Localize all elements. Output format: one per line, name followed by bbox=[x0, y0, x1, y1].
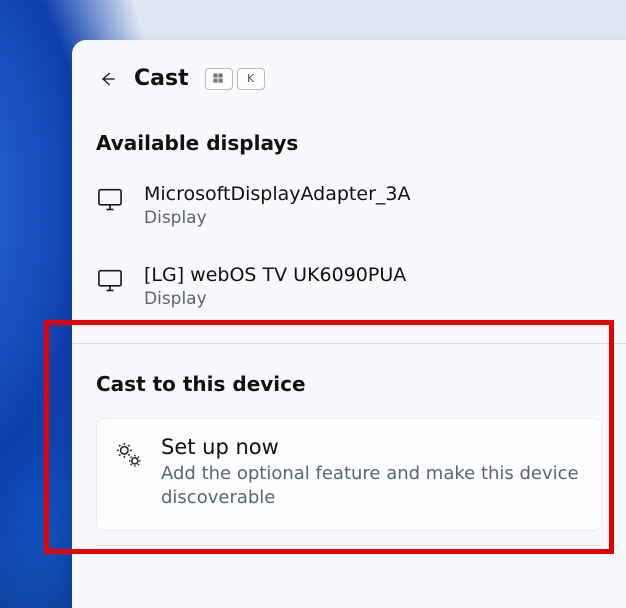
panel-header: Cast K bbox=[72, 40, 626, 103]
setup-title: Set up now bbox=[161, 435, 583, 460]
panel-title: Cast bbox=[134, 66, 189, 91]
device-name: MicrosoftDisplayAdapter_3A bbox=[144, 183, 602, 206]
k-key: K bbox=[237, 68, 265, 90]
win-key-icon bbox=[205, 68, 233, 90]
setup-now-card[interactable]: Set up now Add the optional feature and … bbox=[96, 418, 602, 532]
cast-to-device-heading: Cast to this device bbox=[72, 344, 626, 408]
device-name: [LG] webOS TV UK6090PUA bbox=[144, 264, 602, 287]
monitor-icon bbox=[96, 266, 124, 294]
setup-subtitle: Add the optional feature and make this d… bbox=[161, 462, 583, 511]
shortcut-hint: K bbox=[205, 68, 265, 90]
device-row-msadapter[interactable]: MicrosoftDisplayAdapter_3A Display bbox=[96, 167, 602, 248]
cast-panel: Cast K Available displays bbox=[72, 40, 626, 608]
device-list: MicrosoftDisplayAdapter_3A Display [LG] … bbox=[72, 167, 626, 329]
available-displays-heading: Available displays bbox=[72, 103, 626, 167]
monitor-icon bbox=[96, 185, 124, 213]
device-subtitle: Display bbox=[144, 289, 602, 309]
gears-icon bbox=[115, 441, 143, 469]
card-divider bbox=[96, 545, 602, 546]
back-arrow-icon bbox=[98, 69, 118, 89]
device-row-lgtv[interactable]: [LG] webOS TV UK6090PUA Display bbox=[96, 248, 602, 329]
device-subtitle: Display bbox=[144, 208, 602, 228]
back-button[interactable] bbox=[96, 67, 120, 91]
